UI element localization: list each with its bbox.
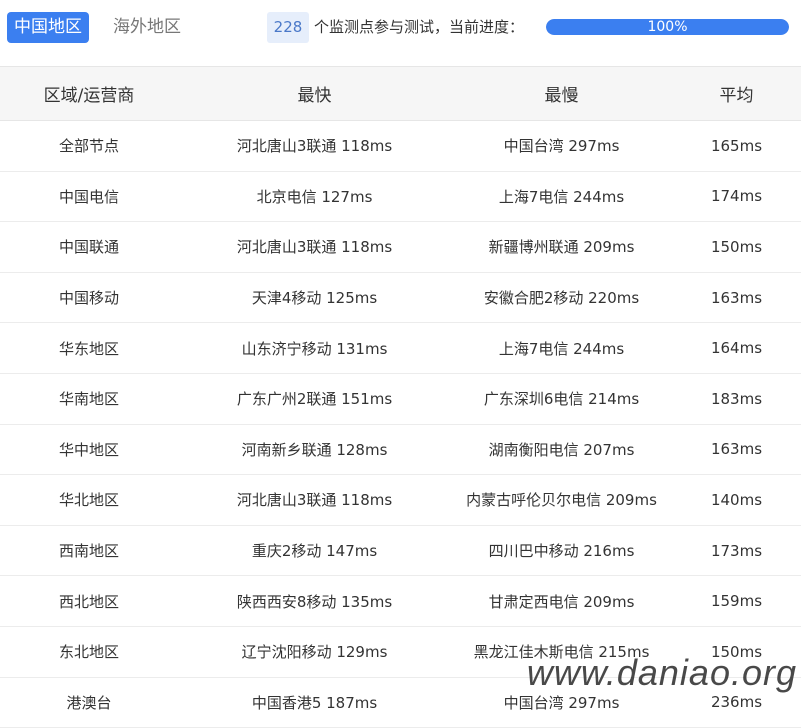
average-cell: 164ms: [672, 322, 801, 374]
slowest-cell: 四川巴中移动 216ms: [451, 525, 672, 577]
region-cell: 华东地区: [0, 322, 178, 374]
average-cell: 140ms: [672, 474, 801, 526]
progress-bar: 100%: [546, 19, 789, 35]
fastest-cell: 河北唐山3联通 118ms: [178, 120, 451, 172]
average-cell: 236ms: [672, 677, 801, 728]
column-header-region: 区域/运营商: [0, 66, 178, 121]
table-row: 华南地区 广东广州2联通 151ms 广东深圳6电信 214ms 183ms: [0, 373, 801, 425]
fastest-cell: 河南新乡联通 128ms: [178, 424, 451, 476]
table-row: 西南地区 重庆2移动 147ms 四川巴中移动 216ms 173ms: [0, 525, 801, 577]
fastest-cell: 河北唐山3联通 118ms: [178, 221, 451, 273]
slowest-cell: 安徽合肥2移动 220ms: [451, 272, 672, 324]
average-cell: 165ms: [672, 120, 801, 172]
table-body: 全部节点 河北唐山3联通 118ms 中国台湾 297ms 165ms 中国电信 北京电信…: [0, 120, 801, 728]
table-row: 华东地区 山东济宁移动 131ms 上海7电信 244ms 164ms: [0, 322, 801, 374]
table-row: 中国移动 天津4移动 125ms 安徽合肥2移动 220ms 163ms: [0, 272, 801, 324]
slowest-cell: 黑龙江佳木斯电信 215ms: [451, 626, 672, 678]
average-cell: 150ms: [672, 221, 801, 273]
fastest-cell: 中国香港5 187ms: [178, 677, 451, 728]
top-bar: 中国地区 海外地区 228 个监测点参与测试，当前进度： 100%: [0, 0, 801, 60]
table-row: 华中地区 河南新乡联通 128ms 湖南衡阳电信 207ms 163ms: [0, 424, 801, 476]
progress-label: 个监测点参与测试，当前进度：: [314, 18, 525, 36]
node-count-badge: 228: [267, 12, 309, 43]
tab-overseas-region[interactable]: 海外地区: [106, 12, 188, 43]
average-cell: 159ms: [672, 575, 801, 627]
fastest-cell: 广东广州2联通 151ms: [178, 373, 451, 425]
column-header-average: 平均: [672, 66, 801, 121]
table-row: 东北地区 辽宁沈阳移动 129ms 黑龙江佳木斯电信 215ms 150ms: [0, 626, 801, 678]
table-row: 中国电信 北京电信 127ms 上海7电信 244ms 174ms: [0, 171, 801, 223]
region-cell: 中国联通: [0, 221, 178, 273]
slowest-cell: 甘肃定西电信 209ms: [451, 575, 672, 627]
region-cell: 全部节点: [0, 120, 178, 172]
slowest-cell: 新疆博州联通 209ms: [451, 221, 672, 273]
average-cell: 173ms: [672, 525, 801, 577]
region-cell: 西南地区: [0, 525, 178, 577]
region-cell: 东北地区: [0, 626, 178, 678]
average-cell: 163ms: [672, 272, 801, 324]
fastest-cell: 辽宁沈阳移动 129ms: [178, 626, 451, 678]
region-cell: 西北地区: [0, 575, 178, 627]
slowest-cell: 广东深圳6电信 214ms: [451, 373, 672, 425]
latency-table: 区域/运营商 最快 最慢 平均 全部节点 河北唐山3联通 118ms 中国台湾 29…: [0, 66, 801, 728]
average-cell: 183ms: [672, 373, 801, 425]
column-header-fastest: 最快: [178, 66, 451, 121]
table-row: 华北地区 河北唐山3联通 118ms 内蒙古呼伦贝尔电信 209ms 140ms: [0, 474, 801, 526]
average-cell: 163ms: [672, 424, 801, 476]
fastest-cell: 重庆2移动 147ms: [178, 525, 451, 577]
slowest-cell: 中国台湾 297ms: [451, 677, 672, 728]
slowest-cell: 内蒙古呼伦贝尔电信 209ms: [451, 474, 672, 526]
region-cell: 港澳台: [0, 677, 178, 728]
tab-china-region[interactable]: 中国地区: [7, 12, 89, 43]
fastest-cell: 山东济宁移动 131ms: [178, 322, 451, 374]
table-header-row: 区域/运营商 最快 最慢 平均: [0, 66, 801, 121]
table-row: 西北地区 陕西西安8移动 135ms 甘肃定西电信 209ms 159ms: [0, 575, 801, 627]
table-row: 港澳台 中国香港5 187ms 中国台湾 297ms 236ms: [0, 677, 801, 728]
table-row: 中国联通 河北唐山3联通 118ms 新疆博州联通 209ms 150ms: [0, 221, 801, 273]
slowest-cell: 湖南衡阳电信 207ms: [451, 424, 672, 476]
column-header-slowest: 最慢: [451, 66, 672, 121]
table-row: 全部节点 河北唐山3联通 118ms 中国台湾 297ms 165ms: [0, 120, 801, 172]
region-cell: 华中地区: [0, 424, 178, 476]
fastest-cell: 陕西西安8移动 135ms: [178, 575, 451, 627]
fastest-cell: 天津4移动 125ms: [178, 272, 451, 324]
average-cell: 150ms: [672, 626, 801, 678]
slowest-cell: 中国台湾 297ms: [451, 120, 672, 172]
region-cell: 中国移动: [0, 272, 178, 324]
region-cell: 华南地区: [0, 373, 178, 425]
fastest-cell: 北京电信 127ms: [178, 171, 451, 223]
region-cell: 中国电信: [0, 171, 178, 223]
progress-percent: 100%: [647, 19, 688, 35]
fastest-cell: 河北唐山3联通 118ms: [178, 474, 451, 526]
slowest-cell: 上海7电信 244ms: [451, 322, 672, 374]
average-cell: 174ms: [672, 171, 801, 223]
slowest-cell: 上海7电信 244ms: [451, 171, 672, 223]
region-cell: 华北地区: [0, 474, 178, 526]
